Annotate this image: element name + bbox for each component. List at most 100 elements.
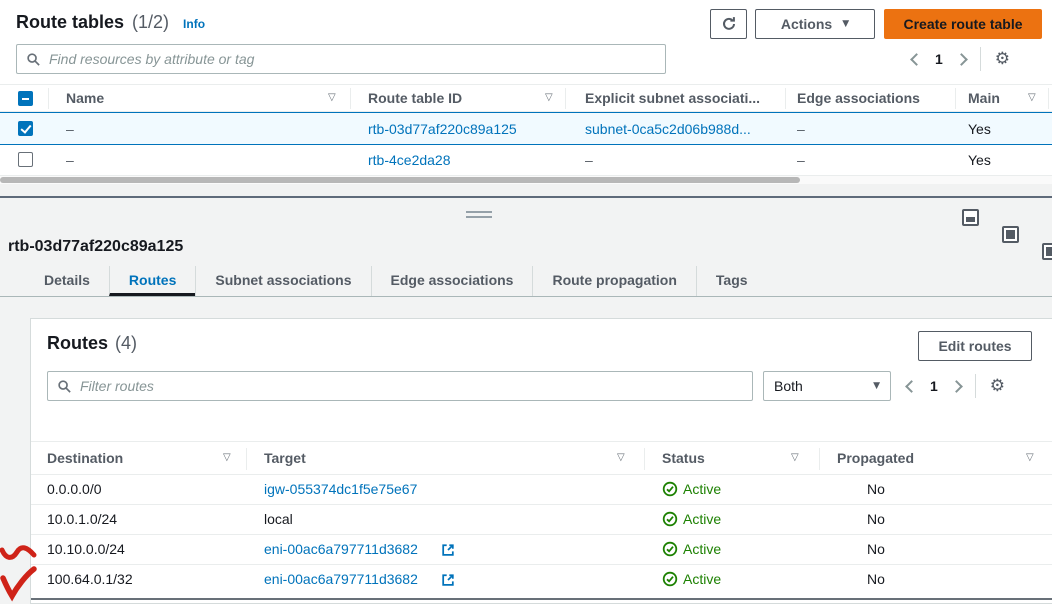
actions-label: Actions [781, 16, 832, 32]
col-header-status[interactable]: Status [662, 450, 705, 466]
cell-propagated: No [867, 481, 885, 497]
refresh-icon [721, 16, 737, 32]
row-checkbox[interactable] [18, 121, 33, 136]
row-checkbox[interactable] [18, 152, 33, 167]
col-header-explicit-subnet[interactable]: Explicit subnet associati... [585, 90, 760, 106]
col-header-route-table-id[interactable]: Route table ID [368, 90, 462, 106]
col-header-target[interactable]: Target [264, 450, 306, 466]
resource-search-input[interactable] [49, 51, 656, 67]
external-link-icon[interactable] [441, 573, 455, 587]
sort-icon[interactable]: ▽ [328, 92, 336, 103]
tab-edge-associations[interactable]: Edge associations [371, 266, 533, 296]
tab-route-propagation[interactable]: Route propagation [532, 266, 695, 296]
route-row[interactable]: 100.64.0.1/32 eni-00ac6a797711d3682 Acti… [31, 565, 1052, 595]
route-tables-page: Route tables (1/2) Info Actions ▼ Create… [0, 0, 1052, 604]
sort-icon[interactable]: ▽ [1026, 452, 1034, 463]
panel-resize-handle[interactable] [466, 211, 492, 221]
card-bottom-border [31, 598, 1052, 600]
select-all-checkbox[interactable] [18, 91, 33, 106]
chevron-down-icon: ▼ [873, 381, 880, 391]
routes-page-number[interactable]: 1 [930, 378, 938, 394]
tab-subnet-associations[interactable]: Subnet associations [195, 266, 370, 296]
next-page-icon[interactable] [950, 380, 963, 393]
sort-icon[interactable]: ▽ [1028, 92, 1036, 103]
next-page-icon[interactable] [955, 53, 968, 66]
col-header-edge-associations[interactable]: Edge associations [797, 90, 920, 106]
route-row[interactable]: 10.10.0.0/24 eni-00ac6a797711d3682 Activ… [31, 535, 1052, 565]
cell-edge: – [797, 121, 805, 137]
target-link[interactable]: eni-00ac6a797711d3682 [264, 541, 418, 557]
create-route-table-label: Create route table [903, 16, 1022, 32]
prev-page-icon[interactable] [905, 380, 918, 393]
cell-main: Yes [968, 121, 991, 137]
route-type-select[interactable]: Both ▼ [763, 371, 891, 401]
create-route-table-button[interactable]: Create route table [884, 9, 1042, 39]
scrollbar-thumb[interactable] [0, 177, 800, 183]
sort-icon[interactable]: ▽ [791, 452, 799, 463]
table-row[interactable]: – rtb-03d77af220c89a125 subnet-0ca5c2d06… [0, 112, 1052, 145]
status-badge: Active [662, 511, 721, 527]
detail-panel: rtb-03d77af220c89a125 Details Routes Sub… [0, 198, 1052, 604]
cell-name: – [66, 152, 74, 168]
info-link[interactable]: Info [183, 17, 205, 31]
settings-gear-icon[interactable]: ⚙ [995, 51, 1010, 68]
sort-icon[interactable]: ▽ [223, 452, 231, 463]
horizontal-scrollbar[interactable] [0, 176, 1052, 184]
status-badge: Active [662, 541, 721, 557]
active-status-icon [662, 571, 678, 587]
status-badge: Active [662, 481, 721, 497]
divider [975, 374, 976, 398]
cell-target: local [264, 511, 293, 527]
cell-propagated: No [867, 511, 885, 527]
route-row[interactable]: 0.0.0.0/0 igw-055374dc1f5e75e67 Active N… [31, 475, 1052, 505]
status-text: Active [683, 511, 721, 527]
external-link-icon[interactable] [441, 543, 455, 557]
route-table-id-link[interactable]: rtb-03d77af220c89a125 [368, 121, 517, 137]
tab-details[interactable]: Details [25, 266, 109, 296]
route-row[interactable]: 10.0.1.0/24 local Active No [31, 505, 1052, 535]
routes-count: (4) [115, 333, 137, 354]
cell-destination: 0.0.0.0/0 [47, 481, 102, 497]
table-row[interactable]: – rtb-4ce2da28 – – Yes [0, 145, 1052, 176]
col-header-destination[interactable]: Destination [47, 450, 123, 466]
cell-subnet: – [585, 152, 593, 168]
route-type-value: Both [774, 378, 803, 394]
filter-routes-input[interactable] [80, 378, 743, 394]
cell-destination: 100.64.0.1/32 [47, 571, 133, 587]
panel-layout-bottom-icon[interactable] [962, 209, 979, 226]
split-divider-line [0, 184, 1052, 198]
edit-routes-label: Edit routes [938, 338, 1011, 354]
prev-page-icon[interactable] [910, 53, 923, 66]
target-link[interactable]: eni-00ac6a797711d3682 [264, 571, 418, 587]
resource-search[interactable] [16, 44, 666, 74]
chevron-down-icon: ▼ [842, 19, 849, 29]
actions-button[interactable]: Actions ▼ [755, 9, 875, 39]
col-header-main[interactable]: Main [968, 90, 1000, 106]
settings-gear-icon[interactable]: ⚙ [990, 378, 1005, 395]
panel-layout-side-icon[interactable] [1042, 243, 1052, 260]
page-number[interactable]: 1 [935, 51, 943, 67]
page-title: Route tables [16, 12, 124, 33]
routes-header-row: Destination ▽ Target ▽ Status ▽ Propagat… [31, 441, 1052, 475]
sort-icon[interactable]: ▽ [545, 92, 553, 103]
detail-title: rtb-03d77af220c89a125 [8, 238, 183, 256]
route-table-id-link[interactable]: rtb-4ce2da28 [368, 152, 451, 168]
target-link[interactable]: igw-055374dc1f5e75e67 [264, 481, 417, 497]
refresh-button[interactable] [710, 9, 747, 39]
status-text: Active [683, 571, 721, 587]
subnet-link[interactable]: subnet-0ca5c2d06b988d... [585, 121, 751, 137]
edit-routes-button[interactable]: Edit routes [918, 331, 1032, 361]
active-status-icon [662, 511, 678, 527]
divider [980, 47, 981, 71]
active-status-icon [662, 541, 678, 557]
cell-name: – [66, 121, 74, 137]
panel-layout-full-icon[interactable] [1002, 226, 1019, 243]
filter-routes-box[interactable] [47, 371, 753, 401]
tab-routes[interactable]: Routes [109, 266, 195, 296]
col-header-name[interactable]: Name [66, 90, 104, 106]
cell-destination: 10.10.0.0/24 [47, 541, 125, 557]
tab-tags[interactable]: Tags [696, 266, 767, 296]
sort-icon[interactable]: ▽ [617, 452, 625, 463]
col-header-propagated[interactable]: Propagated [837, 450, 914, 466]
status-text: Active [683, 541, 721, 557]
